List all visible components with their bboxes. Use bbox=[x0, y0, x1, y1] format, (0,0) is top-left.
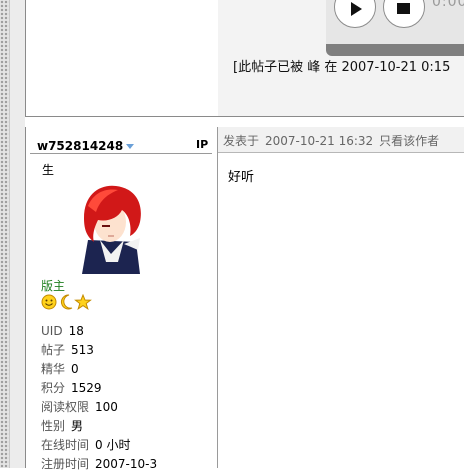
play-button[interactable] bbox=[334, 0, 376, 28]
player-time: 0:00 bbox=[432, 0, 464, 10]
stat-row-uid: UID 18 bbox=[41, 322, 157, 341]
posted-label: 发表于 bbox=[223, 134, 260, 148]
stat-row-online-time: 在线时间 0 小时 bbox=[41, 436, 157, 455]
page-border-strip bbox=[0, 0, 10, 468]
stat-value: 男 bbox=[71, 419, 84, 433]
chevron-down-icon[interactable] bbox=[126, 144, 135, 149]
ip-label[interactable]: IP bbox=[196, 138, 208, 151]
stat-row-gender: 性别男 bbox=[41, 417, 157, 436]
medal-icons bbox=[41, 294, 92, 310]
stop-button[interactable] bbox=[383, 0, 425, 28]
stat-value: 0 bbox=[71, 362, 79, 376]
stat-row-points: 积分 1529 bbox=[41, 379, 157, 398]
post-panel bbox=[218, 127, 464, 468]
stop-icon bbox=[397, 3, 410, 14]
stat-label: 精华 bbox=[41, 362, 66, 376]
post-content: 好听 bbox=[228, 170, 255, 185]
stat-row-register-date: 注册时间 2007-10-3 bbox=[41, 455, 157, 474]
stat-value: 18 bbox=[68, 324, 84, 338]
stat-label: 在线时间 bbox=[41, 438, 90, 452]
stat-value: 100 bbox=[95, 400, 118, 414]
star-icon bbox=[74, 294, 92, 310]
stat-label: 帖子 bbox=[41, 343, 66, 357]
stat-value: 2007-10-3 bbox=[95, 457, 158, 471]
moon-icon bbox=[60, 294, 73, 310]
play-icon bbox=[351, 2, 362, 16]
stat-label: UID bbox=[41, 324, 63, 338]
username-text: w752814248 bbox=[37, 139, 124, 153]
stat-row-posts: 帖子 513 bbox=[41, 341, 157, 360]
panel-divider bbox=[217, 127, 218, 468]
author-only-link[interactable]: 只看该作者 bbox=[379, 134, 439, 148]
stat-row-read-permission: 阅读权限 100 bbox=[41, 398, 157, 417]
post-edit-note: [此帖子已被 峰 在 2007-10-21 0:15 bbox=[233, 60, 451, 75]
stat-value: 513 bbox=[71, 343, 94, 357]
page-margin bbox=[10, 0, 25, 468]
divider bbox=[30, 153, 212, 154]
stat-value: 1529 bbox=[71, 381, 102, 395]
stat-label: 注册时间 bbox=[41, 457, 90, 471]
user-custom-title: 生 bbox=[42, 163, 55, 177]
smiley-face-icon bbox=[41, 294, 57, 310]
stat-label: 阅读权限 bbox=[41, 400, 90, 414]
media-player-controls: 0:00 bbox=[326, 0, 464, 44]
stat-row-digest: 精华 0 bbox=[41, 360, 157, 379]
post-meta: 发表于 2007-10-21 16:32 只看该作者 bbox=[223, 132, 439, 149]
media-player: 0:00 bbox=[326, 0, 464, 56]
user-stats: UID 18 帖子 513 精华 0 积分 1529 阅读权限 100 性别男 在线时间 0… bbox=[41, 322, 157, 474]
username-link[interactable]: w752814248 bbox=[37, 139, 135, 153]
user-rank: 版主 bbox=[41, 279, 66, 293]
avatar[interactable] bbox=[78, 182, 144, 274]
stat-label: 性别 bbox=[41, 419, 66, 433]
stat-label: 积分 bbox=[41, 381, 66, 395]
posted-time: 2007-10-21 16:32 bbox=[265, 134, 374, 148]
stat-value: 0 小时 bbox=[95, 438, 131, 452]
